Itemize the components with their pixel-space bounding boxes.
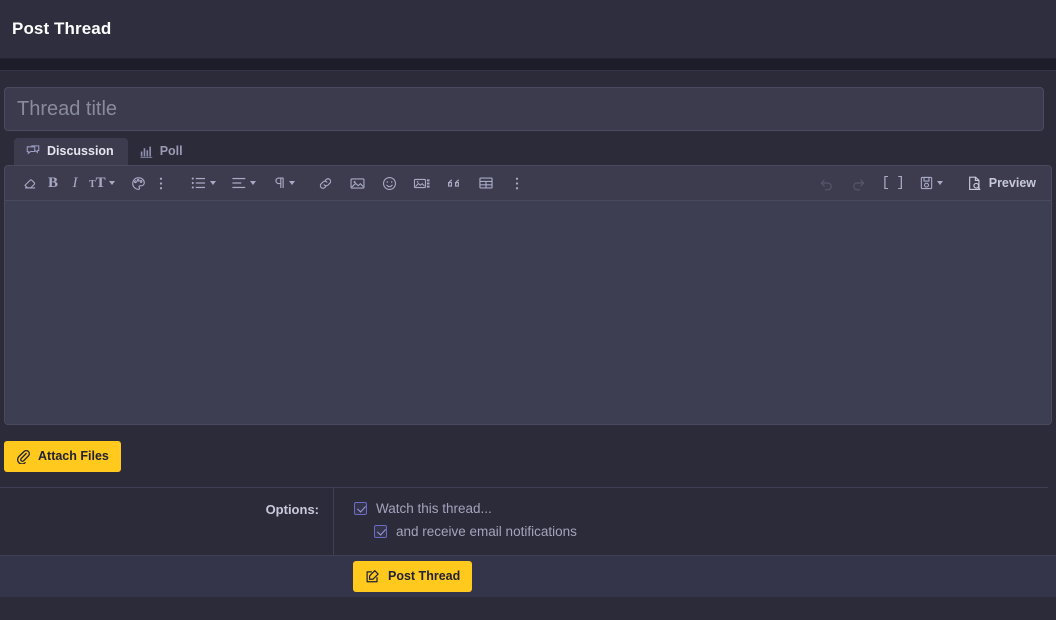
font-size-glyph: TT [89, 175, 106, 192]
insert-quote-icon[interactable] [443, 170, 466, 196]
attach-files-button[interactable]: Attach Files [4, 441, 121, 472]
insert-table-icon[interactable] [475, 170, 497, 196]
header-divider-strip [0, 58, 1056, 71]
watch-thread-checkbox[interactable] [354, 502, 367, 515]
insert-emoji-icon[interactable] [378, 170, 401, 196]
paragraph-format-icon[interactable] [268, 170, 298, 196]
paperclip-icon [16, 449, 30, 464]
bbcode-glyph: [ ] [882, 175, 904, 191]
comments-icon [26, 144, 40, 158]
preview-icon [967, 175, 983, 192]
insert-media-icon[interactable] [410, 170, 434, 196]
font-size-icon[interactable]: TT [86, 170, 118, 196]
chevron-down-icon [289, 181, 295, 185]
italic-glyph: I [73, 175, 78, 192]
attachment-section: Attach Files [0, 425, 1056, 487]
preview-button[interactable]: Preview [962, 170, 1041, 196]
bbcode-icon[interactable]: [ ] [879, 170, 907, 196]
watch-thread-label: Watch this thread... [376, 501, 492, 516]
options-label: Options: [0, 488, 334, 555]
post-thread-label: Post Thread [388, 570, 460, 583]
text-color-icon[interactable] [127, 170, 150, 196]
message-editor: B I TT [4, 165, 1052, 425]
bold-glyph: B [48, 175, 58, 192]
page-title: Post Thread [12, 19, 111, 39]
pencil-square-icon [365, 569, 380, 584]
tab-discussion-label: Discussion [47, 145, 114, 158]
post-thread-button[interactable]: Post Thread [353, 561, 472, 592]
chevron-down-icon [937, 181, 943, 185]
remove-formatting-icon[interactable] [19, 170, 42, 196]
tab-poll-label: Poll [160, 145, 183, 158]
drafts-icon[interactable] [916, 170, 946, 196]
italic-icon[interactable]: I [64, 170, 86, 196]
bullet-list-icon[interactable] [188, 170, 219, 196]
chevron-down-icon [109, 181, 115, 185]
options-list: Watch this thread... and receive email n… [334, 488, 577, 555]
bold-icon[interactable]: B [42, 170, 64, 196]
form-footer: Post Thread [0, 555, 1056, 597]
options-section: Options: Watch this thread... and receiv… [0, 487, 1048, 555]
email-notifications-option[interactable]: and receive email notifications [374, 524, 577, 539]
editor-toolbar: B I TT [5, 166, 1051, 201]
chart-bar-icon [140, 145, 153, 158]
preview-label: Preview [989, 176, 1036, 190]
editor-tabs: Discussion Poll [0, 131, 1056, 165]
insert-image-icon[interactable] [346, 170, 369, 196]
page-header: Post Thread [0, 0, 1056, 58]
align-icon[interactable] [228, 170, 259, 196]
attach-files-label: Attach Files [38, 450, 109, 463]
more-insert-options-icon[interactable] [506, 170, 528, 196]
email-notifications-checkbox[interactable] [374, 525, 387, 538]
watch-thread-option[interactable]: Watch this thread... [354, 501, 577, 516]
insert-link-icon[interactable] [314, 170, 337, 196]
thread-title-section [0, 71, 1056, 131]
message-body-input[interactable] [5, 201, 1051, 424]
redo-icon[interactable] [847, 170, 870, 196]
undo-icon[interactable] [815, 170, 838, 196]
tab-discussion[interactable]: Discussion [14, 138, 128, 165]
tab-poll[interactable]: Poll [128, 139, 197, 165]
email-notifications-label: and receive email notifications [396, 524, 577, 539]
chevron-down-icon [210, 181, 216, 185]
more-text-options-icon[interactable] [150, 170, 172, 196]
chevron-down-icon [250, 181, 256, 185]
thread-title-input[interactable] [4, 87, 1044, 131]
